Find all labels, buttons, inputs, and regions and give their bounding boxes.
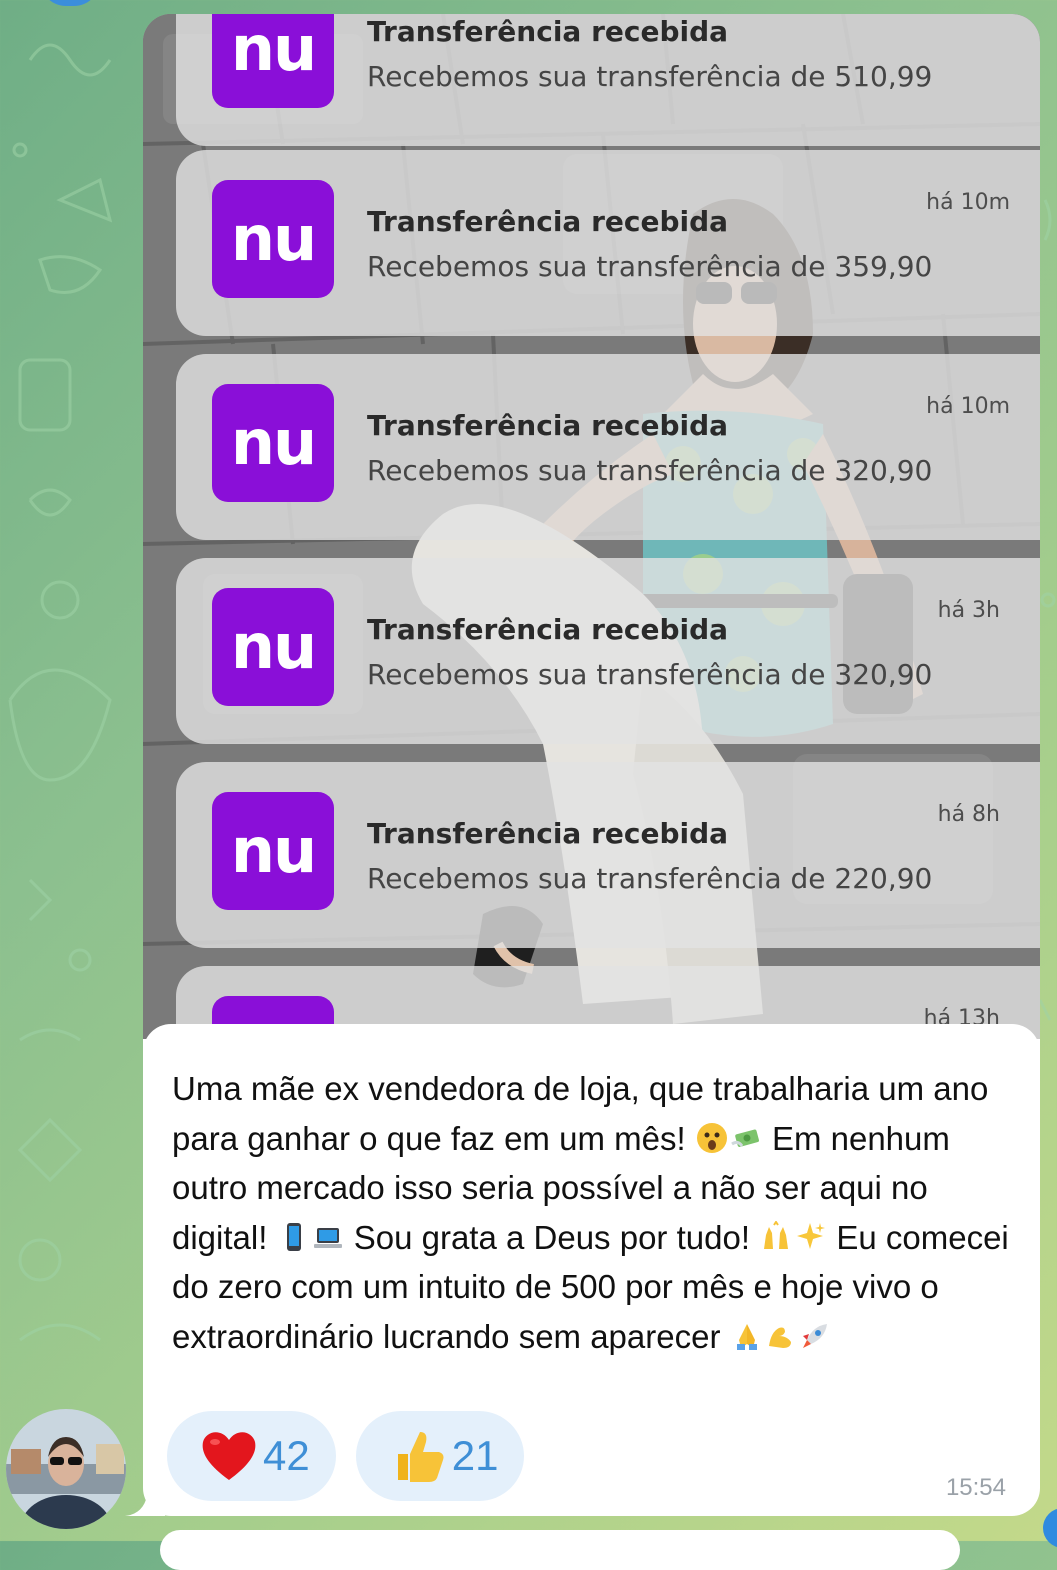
laptop-icon [313,1227,342,1248]
notification-body: Recebemos sua transferência de 510,99 [367,60,933,93]
message-caption: Uma mãe ex vendedora de loja, que trabal… [172,1064,1022,1361]
reaction-count: 21 [451,1432,499,1479]
nubank-logo-icon: nu [212,180,334,298]
notification-body: Recebemos sua transferência de 220,90 [367,862,933,895]
caption-area-top [143,1024,1040,1064]
nubank-logo-icon: nu [212,588,334,706]
next-message-bubble [160,1530,960,1570]
notification-body: Recebemos sua transferência de 320,90 [367,658,933,691]
notification-card: nu Transferência recebida Recebemos sua … [176,558,1040,744]
notification-title: Transferência recebida [367,817,729,850]
notification-card: nu Transferência recebida Recebemos sua … [176,762,1040,948]
flexed-biceps-icon [768,1327,791,1348]
reaction-thumbs-up-button[interactable]: 21 [355,1411,525,1501]
astonished-face-icon [696,1122,727,1153]
money-with-wings-icon [730,1129,759,1147]
message-photo[interactable]: nu Transferência recebida Recebemos sua … [143,14,1040,1039]
notification-body: Recebemos sua transferência de 359,90 [367,250,933,283]
avatar-photo [6,1409,126,1529]
notification-title: Transferência recebida [367,205,729,238]
notification-time: há 10m [926,190,1010,215]
notification-body: Recebemos sua transferência de 320,90 [367,454,933,487]
scroll-down-button[interactable] [1043,1508,1057,1548]
notification-card: nu Transferência recebida Recebemos sua … [176,354,1040,540]
folded-hands-icon [736,1323,757,1350]
notification-time: há 3h [937,598,1000,623]
reactions-bar: 42 21 [167,1411,525,1501]
notification-title: Transferência recebida [367,15,729,48]
message-bubble[interactable]: nu Transferência recebida Recebemos sua … [143,14,1040,1516]
nubank-logo-icon: nu [212,384,334,502]
notification-card: nu Transferência recebida Recebemos sua … [176,150,1040,336]
raising-hands-icon [764,1220,789,1249]
caption-text: Sou grata a Deus por tudo! [344,1218,760,1256]
rocket-icon [802,1323,827,1348]
notification-time: há 8h [937,802,1000,827]
notification-title: Transferência recebida [367,613,729,646]
sparkles-icon [797,1222,826,1249]
bubble-tail [125,1496,165,1516]
reaction-heart-button[interactable]: 42 [167,1411,336,1501]
reaction-count: 42 [263,1432,310,1479]
sender-avatar[interactable] [6,1409,126,1529]
notification-card: nu Transferência recebida Recebemos sua … [176,14,1040,146]
red-heart-icon [202,1432,256,1480]
notification-time: há 10m [926,394,1010,419]
mobile-phone-icon [286,1222,301,1251]
nubank-logo-icon: nu [212,792,334,910]
thumbs-up-icon [397,1432,444,1482]
notification-title: Transferência recebida [367,409,729,442]
message-time: 15:54 [945,1474,1006,1501]
nubank-logo-icon: nu [212,14,334,108]
previous-message-edge [40,0,100,6]
